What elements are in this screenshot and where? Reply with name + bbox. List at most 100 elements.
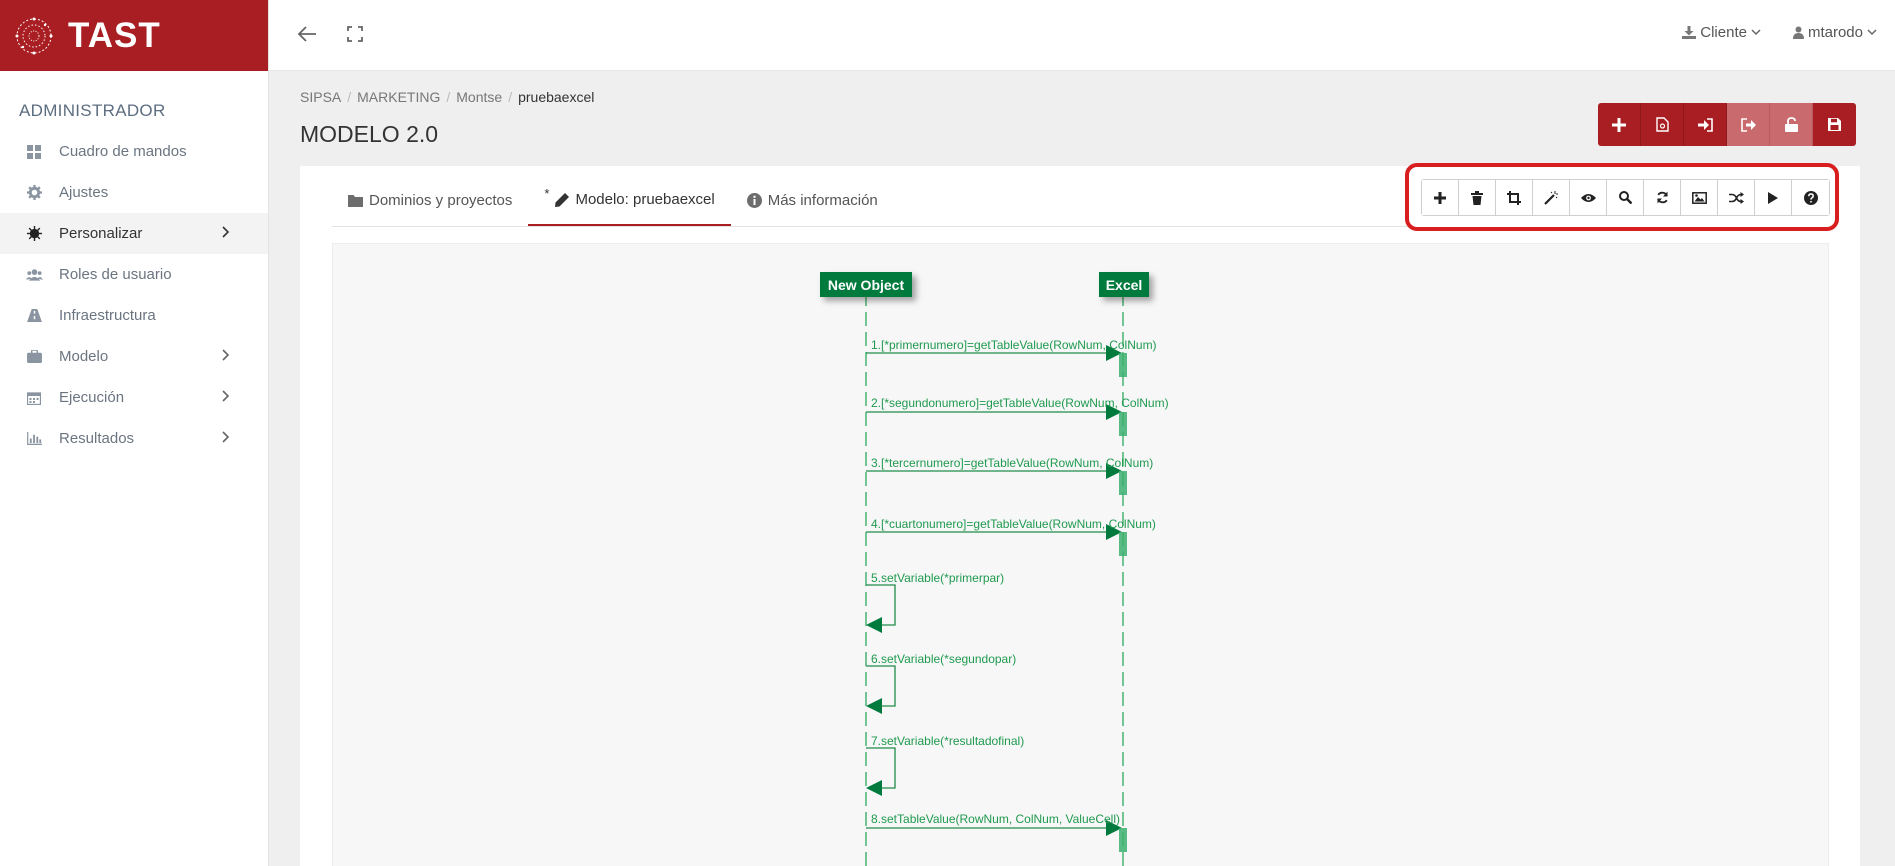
add-button[interactable] <box>1598 103 1641 146</box>
sequence-message[interactable]: 6.setVariable(*segundopar) <box>871 652 1016 666</box>
breadcrumb-item[interactable]: MARKETING <box>357 89 440 105</box>
sequence-message[interactable]: 7.setVariable(*resultadofinal) <box>871 734 1024 748</box>
tab-dominios-y-proyectos[interactable]: Dominios y proyectos <box>332 165 528 226</box>
brand-name: TAST <box>68 15 161 55</box>
breadcrumb-item[interactable]: Montse <box>456 89 502 105</box>
dashboard-icon <box>25 144 43 159</box>
sidebar-item-label: Ajustes <box>59 184 109 201</box>
chevron-down-icon <box>1751 29 1761 36</box>
sidebar-item-label: Modelo <box>59 348 109 365</box>
tast-logo-icon <box>15 17 53 54</box>
sidebar-item-infraestructura[interactable]: Infraestructura <box>0 295 268 336</box>
sequence-message[interactable]: 3.[*tercernumero]=getTableValue(RowNum, … <box>871 456 1153 470</box>
magic-wand-button[interactable] <box>1533 180 1570 215</box>
bar-chart-icon <box>25 432 43 445</box>
download-icon <box>1682 26 1697 39</box>
gear-icon <box>25 185 43 200</box>
sequence-message[interactable]: 2.[*segundonumero]=getTableValue(RowNum,… <box>871 396 1169 410</box>
client-label: Cliente <box>1700 24 1747 41</box>
crop-icon <box>1507 190 1521 205</box>
page-title: MODELO 2.0 <box>300 121 439 147</box>
preview-button[interactable] <box>1570 180 1607 215</box>
import-button[interactable] <box>1684 103 1727 146</box>
chevron-right-icon <box>222 349 230 361</box>
sequence-message[interactable]: 8.setTableValue(RowNum, ColNum, ValueCel… <box>871 812 1120 826</box>
model-actions <box>1598 103 1856 146</box>
sidebar-item-label: Resultados <box>59 430 135 447</box>
play-button[interactable] <box>1755 180 1792 215</box>
breadcrumb-item[interactable]: SIPSA <box>300 89 341 105</box>
sidebar-item-cuadro-de-mandos[interactable]: Cuadro de mandos <box>0 131 268 172</box>
add-element-button[interactable] <box>1422 180 1459 215</box>
sidebar-item-label: Roles de usuario <box>59 266 172 283</box>
sidebar-nav: Cuadro de mandos Ajustes Personalizar Ro… <box>0 131 268 459</box>
user-icon <box>1792 26 1804 39</box>
tab-mas-informacion[interactable]: Más información <box>731 165 894 226</box>
sidebar-item-ejecucion[interactable]: Ejecución <box>0 377 268 418</box>
magic-wand-icon <box>1544 190 1558 205</box>
plus-icon <box>1434 191 1446 204</box>
folder-icon <box>348 195 363 207</box>
tab-label: Modelo: pruebaexcel <box>575 191 715 208</box>
sidebar-item-label: Cuadro de mandos <box>59 143 187 160</box>
role-title: ADMINISTRADOR <box>19 101 166 120</box>
sign-out-icon <box>1740 117 1756 132</box>
plus-icon <box>1612 117 1626 132</box>
sidebar-item-label: Ejecución <box>59 389 125 406</box>
user-dropdown[interactable]: mtarodo <box>1792 24 1877 41</box>
breadcrumb-separator: / <box>446 89 451 105</box>
breadcrumb-current: pruebaexcel <box>518 89 595 105</box>
sequence-message[interactable]: 4.[*cuartonumero]=getTableValue(RowNum, … <box>871 517 1156 531</box>
tab-modelo[interactable]: * Modelo: pruebaexcel <box>528 165 731 226</box>
shuffle-button[interactable] <box>1718 180 1755 215</box>
floppy-disk-icon <box>1828 118 1841 131</box>
sidebar: TAST ADMINISTRADOR Cuadro de mandos Ajus… <box>0 0 269 866</box>
logout-button[interactable] <box>1727 103 1770 146</box>
sun-icon <box>25 226 43 241</box>
export-pdf-button[interactable] <box>1641 103 1684 146</box>
delete-button[interactable] <box>1459 180 1496 215</box>
chevron-right-icon <box>222 226 230 238</box>
lifeline-new-object[interactable]: New Object <box>820 272 912 297</box>
question-circle-icon <box>1803 190 1818 205</box>
sidebar-item-roles-de-usuario[interactable]: Roles de usuario <box>0 254 268 295</box>
diagram-canvas[interactable]: New Object Excel 1.[*primernumero]=getTa… <box>332 243 1829 866</box>
unsaved-marker: * <box>544 186 550 201</box>
trash-icon <box>1471 190 1483 205</box>
back-arrow-icon[interactable] <box>297 24 317 44</box>
save-button[interactable] <box>1813 103 1856 146</box>
diagram-toolbar <box>1405 163 1839 231</box>
fullscreen-icon[interactable] <box>347 26 363 42</box>
calendar-icon <box>25 391 43 405</box>
search-icon <box>1618 191 1632 204</box>
sidebar-item-ajustes[interactable]: Ajustes <box>0 172 268 213</box>
breadcrumb: SIPSA / MARKETING / Montse / pruebaexcel <box>300 89 594 105</box>
diagram-toolbar-buttons <box>1421 179 1830 216</box>
sequence-message[interactable]: 5.setVariable(*primerpar) <box>871 571 1004 585</box>
breadcrumb-separator: / <box>347 89 352 105</box>
refresh-icon <box>1656 191 1668 204</box>
crop-button[interactable] <box>1496 180 1533 215</box>
sidebar-item-personalizar[interactable]: Personalizar <box>0 213 268 254</box>
top-bar: Cliente mtarodo <box>269 0 1895 71</box>
refresh-button[interactable] <box>1644 180 1681 215</box>
sequence-message[interactable]: 1.[*primernumero]=getTableValue(RowNum, … <box>871 338 1157 352</box>
sidebar-item-modelo[interactable]: Modelo <box>0 336 268 377</box>
chevron-right-icon <box>222 431 230 443</box>
tab-label: Más información <box>767 192 878 209</box>
play-icon <box>1768 191 1778 204</box>
unlock-button[interactable] <box>1770 103 1813 146</box>
brand-bar[interactable]: TAST <box>0 0 268 71</box>
search-button[interactable] <box>1607 180 1644 215</box>
lifeline-excel[interactable]: Excel <box>1099 272 1149 297</box>
sidebar-item-label: Infraestructura <box>59 307 156 324</box>
eye-icon <box>1580 193 1596 202</box>
sidebar-item-resultados[interactable]: Resultados <box>0 418 268 459</box>
breadcrumb-separator: / <box>508 89 513 105</box>
help-button[interactable] <box>1792 180 1829 215</box>
image-button[interactable] <box>1681 180 1718 215</box>
pdf-file-icon <box>1655 117 1669 132</box>
client-dropdown[interactable]: Cliente <box>1682 24 1761 41</box>
sign-in-icon <box>1697 117 1713 132</box>
users-icon <box>25 268 43 281</box>
